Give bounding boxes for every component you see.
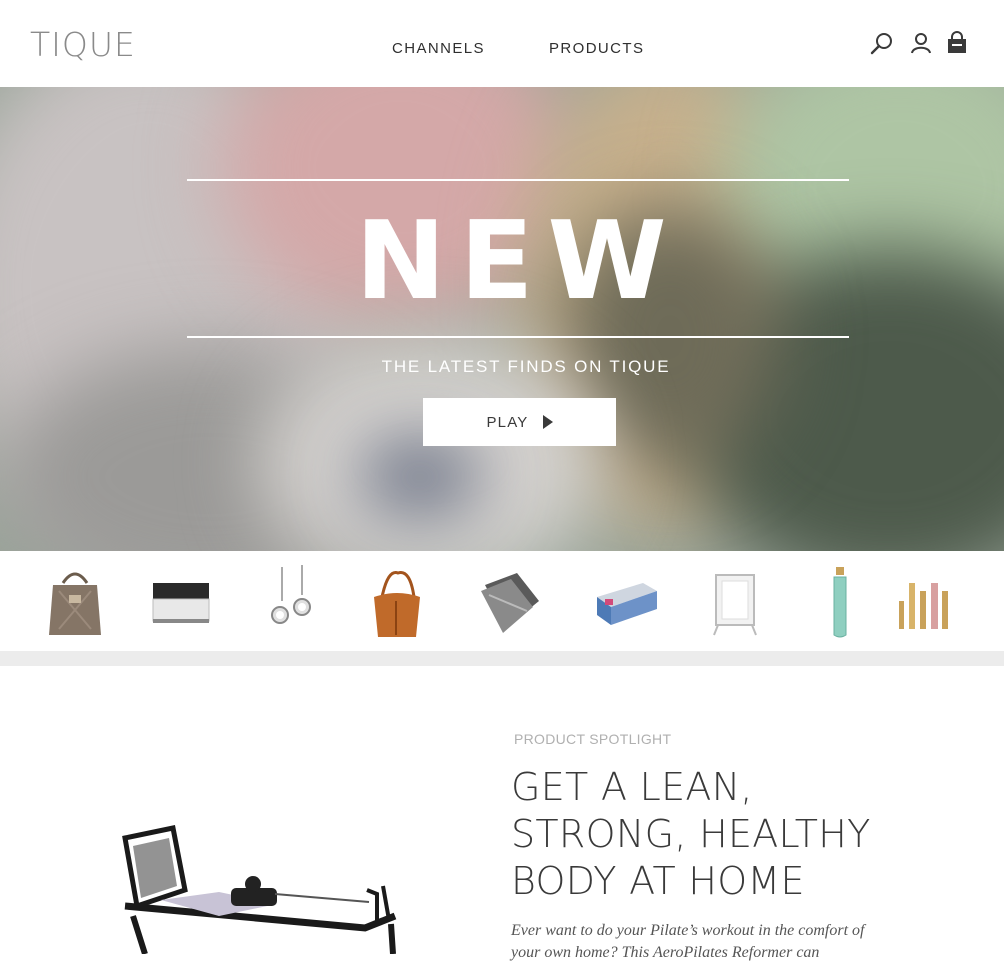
site-header: TIQUE CHANNELS PRODUCTS: [0, 0, 1004, 87]
nav-channels[interactable]: CHANNELS: [392, 40, 485, 57]
product-strip: [0, 551, 1004, 651]
play-label: PLAY: [486, 413, 529, 431]
play-icon: [542, 415, 553, 429]
product-thumb-vanity-mirror[interactable]: [710, 561, 760, 641]
account-icon[interactable]: [908, 30, 934, 56]
nav-products[interactable]: PRODUCTS: [549, 40, 644, 57]
logo[interactable]: TIQUE: [30, 27, 136, 63]
hero-bottom-rule: [187, 336, 849, 338]
hero-banner: NEW THE LATEST FINDS ON TIQUE PLAY: [0, 87, 1004, 551]
spotlight-description: Ever want to do your Pilate’s workout in…: [511, 922, 865, 961]
product-thumb-face-cream-jar[interactable]: [150, 561, 212, 641]
shopping-bag-icon[interactable]: [944, 30, 970, 56]
play-button[interactable]: PLAY: [423, 398, 616, 446]
search-icon[interactable]: [869, 30, 895, 56]
section-divider: [0, 651, 1004, 666]
product-thumb-tea-towels[interactable]: [477, 561, 543, 641]
spotlight-label: PRODUCT SPOTLIGHT: [514, 731, 672, 747]
hero-subtitle: THE LATEST FINDS ON TIQUE: [381, 357, 671, 376]
spotlight-title: GET A LEAN, STRONG, HEALTHY BODY AT HOME: [511, 765, 871, 903]
hero-title: NEW: [355, 199, 681, 324]
pilates-reformer-image[interactable]: [115, 820, 405, 955]
product-thumb-glass-water-bottle[interactable]: [828, 561, 852, 641]
product-thumb-leather-hobo-bag[interactable]: [368, 561, 426, 641]
product-thumb-boxed-product[interactable]: [595, 561, 659, 641]
product-thumb-drop-earrings[interactable]: [266, 561, 316, 641]
product-thumb-lip-gloss-set[interactable]: [895, 561, 951, 641]
hero-top-rule: [187, 179, 849, 181]
product-thumb-tote-bag[interactable]: [45, 561, 105, 641]
